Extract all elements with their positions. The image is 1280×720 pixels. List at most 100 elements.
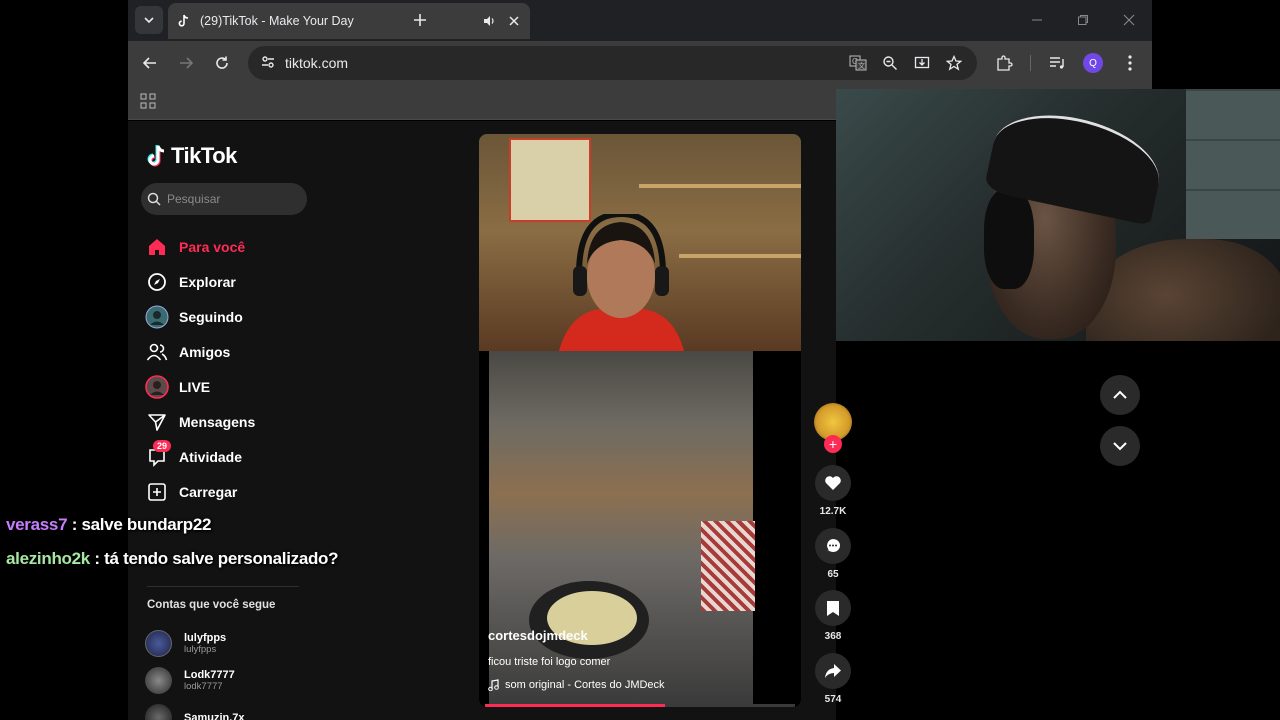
nav-item-seguindo[interactable]: Seguindo bbox=[145, 299, 345, 334]
like-count: 12.7K bbox=[819, 506, 847, 517]
notification-badge: 29 bbox=[153, 439, 172, 452]
address-bar[interactable]: tiktok.com G文 bbox=[248, 46, 977, 80]
back-button[interactable] bbox=[136, 49, 164, 77]
nav-item-live[interactable]: LIVE bbox=[145, 369, 345, 404]
nav-label: Carregar bbox=[179, 483, 238, 500]
forward-button[interactable] bbox=[172, 49, 200, 77]
install-app-icon[interactable] bbox=[912, 53, 932, 73]
video-progress-fill bbox=[485, 704, 665, 707]
nav-item-explorar[interactable]: Explorar bbox=[145, 264, 345, 299]
nav-item-amigos[interactable]: Amigos bbox=[145, 334, 345, 369]
minimize-button[interactable] bbox=[1014, 0, 1060, 40]
nav-item-atividade[interactable]: 29 Atividade bbox=[145, 439, 345, 474]
nav-item-para-voce[interactable]: Para você bbox=[145, 229, 345, 264]
tab-search-button[interactable] bbox=[135, 6, 163, 34]
nav-label: Seguindo bbox=[179, 308, 243, 325]
music-note-icon bbox=[488, 679, 499, 691]
zoom-icon[interactable] bbox=[880, 53, 900, 73]
arrow-left-icon bbox=[142, 57, 156, 69]
comment-button[interactable]: 65 bbox=[812, 528, 854, 580]
close-tab-icon[interactable] bbox=[506, 13, 522, 29]
minimize-icon bbox=[1032, 19, 1042, 21]
new-tab-button[interactable] bbox=[408, 8, 432, 32]
search-icon bbox=[147, 192, 161, 206]
upload-icon bbox=[145, 480, 169, 504]
reload-button[interactable] bbox=[208, 49, 236, 77]
browser-menu-icon[interactable] bbox=[1119, 52, 1141, 74]
save-button[interactable]: 368 bbox=[812, 590, 854, 642]
following-item[interactable]: lulyfpps lulyfpps bbox=[145, 625, 245, 662]
media-controls-icon[interactable] bbox=[1046, 52, 1068, 74]
share-count: 574 bbox=[824, 694, 842, 705]
nav-item-mensagens[interactable]: Mensagens bbox=[145, 404, 345, 439]
following-name: lulyfpps bbox=[184, 632, 227, 644]
tiled-wall bbox=[1186, 89, 1280, 239]
video-username[interactable]: cortesdojmdeck bbox=[488, 628, 588, 643]
compass-icon bbox=[145, 270, 169, 294]
save-count: 368 bbox=[824, 631, 842, 642]
close-window-button[interactable] bbox=[1106, 0, 1152, 40]
audio-playing-icon[interactable] bbox=[482, 14, 496, 28]
tiktok-logo-text: TikTok bbox=[171, 143, 237, 168]
bookmark-icon bbox=[827, 600, 839, 616]
restore-button[interactable] bbox=[1060, 0, 1106, 40]
search-input[interactable] bbox=[167, 192, 287, 206]
chat-username: alezinho2k bbox=[6, 549, 90, 568]
nav-item-carregar[interactable]: Carregar bbox=[145, 474, 345, 509]
search-box[interactable] bbox=[141, 183, 307, 215]
nav-label: Atividade bbox=[179, 448, 243, 465]
next-video-button[interactable] bbox=[1100, 426, 1140, 466]
svg-text:文: 文 bbox=[858, 61, 865, 70]
video-music[interactable]: som original - Cortes do JMDeck bbox=[488, 679, 665, 691]
shelf bbox=[679, 254, 801, 258]
chat-text: : tá tendo salve personalizado? bbox=[94, 549, 339, 568]
following-list: lulyfpps lulyfpps Lodk7777 lodk7777 Samuzi… bbox=[145, 625, 245, 720]
following-item[interactable]: Lodk7777 lodk7777 bbox=[145, 662, 245, 699]
tiktok-logo[interactable]: TikTok bbox=[146, 143, 237, 169]
shelf bbox=[639, 184, 801, 188]
webcam-person-hair bbox=[984, 189, 1034, 289]
plus-icon bbox=[414, 14, 426, 26]
browser-toolbar: tiktok.com G文 Q bbox=[128, 41, 1152, 85]
previous-video-button[interactable] bbox=[1100, 375, 1140, 415]
like-button[interactable]: 12.7K bbox=[812, 465, 854, 517]
follow-plus-button[interactable]: + bbox=[824, 435, 842, 453]
video-frame-top bbox=[479, 134, 801, 351]
webcam-overlay bbox=[836, 89, 1280, 341]
nav-label: Explorar bbox=[179, 273, 236, 290]
video-player[interactable]: cortesdojmdeck ficou triste foi logo com… bbox=[479, 134, 801, 707]
activity-icon: 29 bbox=[145, 439, 172, 469]
reload-icon bbox=[216, 56, 228, 69]
sidebar-nav: Para você Explorar Seguindo Amigos LIVE … bbox=[145, 229, 345, 509]
nav-label: Para você bbox=[179, 238, 246, 255]
following-avatar-icon bbox=[145, 305, 169, 329]
comment-count: 65 bbox=[827, 569, 839, 580]
profile-avatar[interactable]: Q bbox=[1083, 53, 1103, 73]
site-info-icon[interactable] bbox=[260, 54, 276, 70]
url-text: tiktok.com bbox=[285, 55, 349, 71]
following-name: Samuzin.7x bbox=[184, 711, 245, 720]
screen: (29)TikTok - Make Your Day tiktok.com G … bbox=[0, 0, 1280, 720]
following-section-title: Contas que você segue bbox=[147, 599, 276, 611]
chevron-down-icon bbox=[144, 17, 154, 24]
tab-title: (29)TikTok - Make Your Day bbox=[200, 14, 354, 28]
close-icon bbox=[1123, 14, 1135, 26]
share-icon bbox=[825, 664, 841, 678]
following-handle: lulyfpps bbox=[184, 644, 217, 655]
video-progress-bar[interactable] bbox=[485, 704, 795, 707]
chat-message: alezinho2k : tá tendo salve personalizad… bbox=[6, 546, 339, 580]
avatar bbox=[145, 704, 172, 720]
friends-icon bbox=[145, 340, 169, 364]
translate-icon[interactable]: G文 bbox=[848, 53, 868, 73]
wall-poster bbox=[509, 138, 591, 222]
extensions-icon[interactable] bbox=[993, 52, 1015, 74]
share-button[interactable]: 574 bbox=[812, 653, 854, 705]
restore-icon bbox=[1078, 15, 1088, 25]
streamer-figure bbox=[559, 214, 684, 351]
apps-grid-icon[interactable] bbox=[140, 93, 156, 114]
following-item[interactable]: Samuzin.7x bbox=[145, 699, 245, 720]
tab-strip: (29)TikTok - Make Your Day bbox=[128, 0, 1152, 41]
browser-tab[interactable]: (29)TikTok - Make Your Day bbox=[168, 3, 530, 39]
tiktok-page: TikTok Para você Explorar Seguindo Amigo… bbox=[128, 121, 852, 720]
bookmark-star-icon[interactable] bbox=[944, 53, 964, 73]
